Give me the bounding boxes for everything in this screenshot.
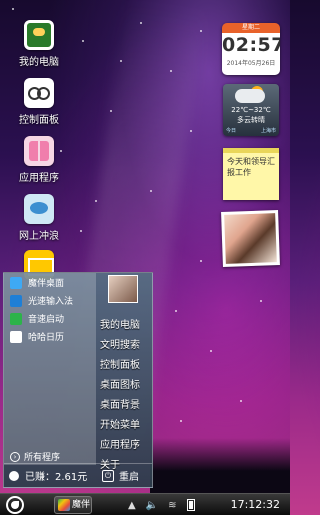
weather-day: 今日 bbox=[226, 128, 237, 134]
cloud-icon bbox=[235, 89, 265, 103]
desktop-icon-my-computer[interactable]: 我的电脑 bbox=[10, 20, 68, 68]
menu-app-label: 音速启动 bbox=[28, 315, 65, 325]
sticky-note-widget[interactable]: 今天和领导汇报工作 bbox=[223, 148, 279, 200]
clock-date: 2014年05月26日 bbox=[226, 60, 276, 67]
ground-silhouette bbox=[150, 438, 290, 493]
surf-icon bbox=[24, 194, 54, 224]
arrow-icon: › bbox=[10, 451, 20, 462]
clock-time: 02:57 bbox=[222, 34, 280, 56]
desktop-icon-label: 控制面板 bbox=[19, 115, 59, 126]
wifi-icon[interactable]: ≋ bbox=[168, 500, 176, 511]
desktop-icon-label: 应用程序 bbox=[19, 173, 59, 184]
avatar[interactable] bbox=[108, 275, 138, 303]
desktop-icon-label: 网上冲浪 bbox=[19, 231, 59, 242]
apps-icon bbox=[24, 136, 54, 166]
volume-icon[interactable]: 🔈 bbox=[146, 500, 158, 511]
note-text: 今天和领导汇报工作 bbox=[227, 157, 275, 177]
menu-link-my-computer[interactable]: 我的电脑 bbox=[100, 316, 140, 336]
computer-icon bbox=[24, 20, 54, 50]
battery-icon[interactable] bbox=[186, 499, 195, 511]
photo-widget[interactable] bbox=[221, 210, 280, 267]
earned-text: 已赚：2.61元 bbox=[25, 472, 88, 483]
moban-icon bbox=[58, 499, 70, 511]
desktop-icon-control-panel[interactable]: 控制面板 bbox=[10, 78, 68, 126]
all-programs-button[interactable]: › 所有程序 bbox=[10, 450, 60, 463]
calendar-icon bbox=[10, 330, 22, 343]
start-button[interactable] bbox=[6, 496, 24, 514]
weather-city: 上海市 bbox=[260, 128, 276, 134]
chevron-up-icon[interactable]: ▲ bbox=[128, 500, 136, 511]
menu-link-control-panel[interactable]: 控制面板 bbox=[100, 356, 140, 376]
restart-label: 重启 bbox=[119, 472, 139, 483]
desktop-icon-surf[interactable]: 网上冲浪 bbox=[10, 194, 68, 242]
weather-widget[interactable]: 22℃~32℃ 多云转晴 今日 上海市 bbox=[223, 84, 279, 136]
weather-condition: 多云转晴 bbox=[237, 116, 265, 124]
start-menu-apps: 魔伴桌面 光速输入法 音速启动 哈哈日历 › 所有程序 bbox=[4, 273, 96, 465]
menu-link-start-menu[interactable]: 开始菜单 bbox=[100, 416, 140, 436]
launcher-icon bbox=[10, 312, 22, 325]
photo-image bbox=[224, 213, 277, 264]
clock-weekday: 星期二 bbox=[222, 23, 280, 33]
start-menu-footer: 已赚：2.61元 ⏻ 重启 bbox=[4, 463, 152, 487]
taskbar: 魔伴 ▲ 🔈 ≋ 17:12:32 bbox=[0, 493, 290, 515]
clock-widget[interactable]: 星期二 02:57 2014年05月26日 bbox=[222, 23, 280, 75]
task-label: 魔伴 bbox=[72, 500, 91, 510]
menu-link-wallpaper[interactable]: 桌面背景 bbox=[100, 396, 140, 416]
start-menu-links: 我的电脑 文明搜索 控制面板 桌面图标 桌面背景 开始菜单 应用程序 关于 bbox=[96, 273, 154, 471]
menu-app-label: 魔伴桌面 bbox=[28, 279, 65, 289]
desktop-icon-label: 我的电脑 bbox=[19, 57, 59, 68]
menu-link-apps[interactable]: 应用程序 bbox=[100, 436, 140, 456]
menu-link-desktop-icons[interactable]: 桌面图标 bbox=[100, 376, 140, 396]
menu-app-item[interactable]: 魔伴桌面 bbox=[4, 274, 96, 291]
weather-temp: 22℃~32℃ bbox=[231, 106, 271, 114]
menu-app-label: 光速输入法 bbox=[28, 297, 74, 307]
menu-app-label: 哈哈日历 bbox=[28, 333, 65, 343]
power-icon: ⏻ bbox=[102, 469, 114, 482]
menu-app-item[interactable]: 哈哈日历 bbox=[4, 328, 96, 345]
restart-button[interactable]: ⏻ 重启 bbox=[96, 468, 139, 483]
control-panel-icon bbox=[24, 78, 54, 108]
input-method-icon bbox=[10, 294, 22, 307]
menu-link-search[interactable]: 文明搜索 bbox=[100, 336, 140, 356]
desktop-icon-apps[interactable]: 应用程序 bbox=[10, 136, 68, 184]
taskbar-task[interactable]: 魔伴 bbox=[54, 496, 92, 514]
mobanzhuomian-icon bbox=[10, 276, 22, 289]
taskbar-clock[interactable]: 17:12:32 bbox=[231, 494, 280, 515]
menu-app-item[interactable]: 光速输入法 bbox=[4, 292, 96, 309]
system-tray: ▲ 🔈 ≋ bbox=[128, 494, 205, 515]
start-menu: 魔伴桌面 光速输入法 音速启动 哈哈日历 › 所有程序 我的电脑 文明搜索 控制… bbox=[3, 272, 153, 488]
menu-app-item[interactable]: 音速启动 bbox=[4, 310, 96, 327]
all-programs-label: 所有程序 bbox=[24, 453, 61, 463]
coin-icon bbox=[9, 470, 19, 481]
earnings: 已赚：2.61元 bbox=[4, 468, 96, 483]
